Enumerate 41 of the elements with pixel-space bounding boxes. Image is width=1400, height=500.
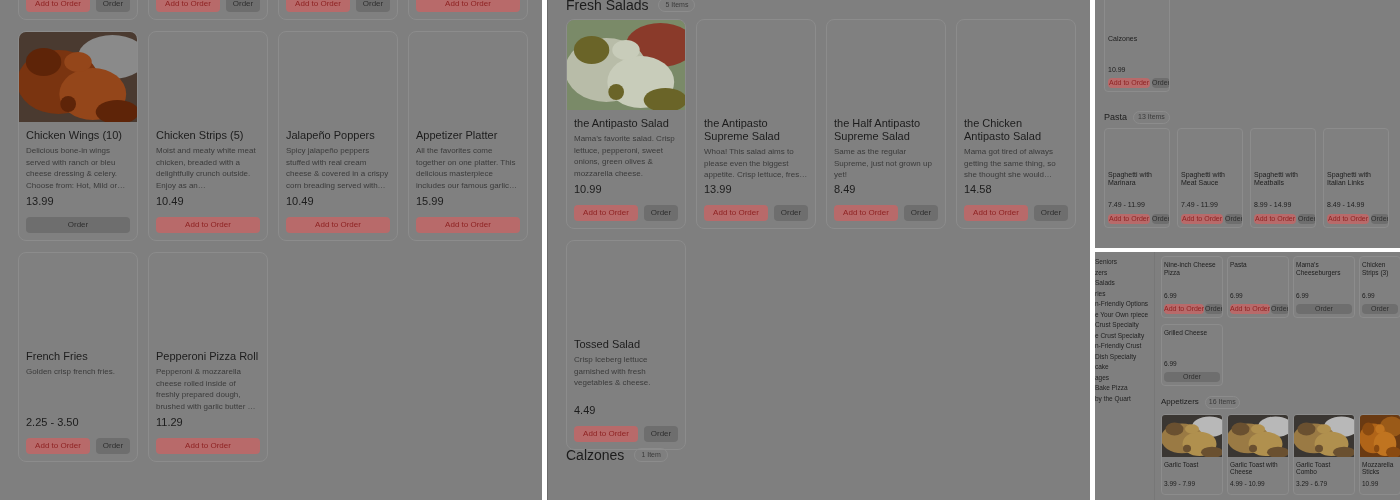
add-to-order-button[interactable]: Add to Order (26, 438, 90, 454)
add-to-order-button[interactable]: Add to Order (156, 438, 260, 454)
item-name: French Fries (26, 350, 89, 363)
section-title: Appetizers (1161, 397, 1199, 408)
item-name: Pepperoni Pizza Roll (156, 350, 260, 363)
item-name: the Antipasto Salad (574, 117, 670, 130)
item-price: 13.99 (704, 181, 733, 197)
item-name: Tossed Salad (574, 338, 642, 351)
item-price: 10.99 (574, 181, 603, 197)
item-price: 15.99 (416, 193, 445, 209)
section-title: Calzones (566, 447, 625, 463)
section-title: Pasta (1104, 111, 1127, 123)
add-to-order-button[interactable]: Add to Order (416, 217, 520, 233)
item-name: Appetizer Platter (416, 129, 499, 142)
section-title: Fresh Salads (566, 0, 649, 13)
add-to-order-button[interactable]: Add to Order (156, 0, 220, 12)
item-name: the Antipasto Supreme Salad (704, 117, 781, 143)
item-price: 10.49 (286, 193, 315, 209)
add-to-order-button[interactable]: Add to Order (704, 205, 768, 221)
add-to-order-button[interactable]: Add to Order (286, 0, 350, 12)
item-price: 10.49 (156, 193, 185, 209)
add-to-order-button[interactable]: Add to Order (964, 205, 1028, 221)
item-name: the Half Antipasto Supreme Salad (834, 117, 922, 143)
add-to-order-button[interactable]: Add to Order (574, 426, 638, 442)
item-price: 13.99 (26, 193, 55, 209)
item-price: 4.49 (574, 402, 597, 418)
item-name: the Chicken Antipasto Salad (964, 117, 1043, 143)
item-name: Chicken Wings (10) (26, 129, 123, 142)
item-description: Golden crisp french fries. (26, 366, 116, 378)
item-name: Chicken Strips (5) (156, 129, 245, 142)
item-price: 14.58 (964, 181, 993, 197)
add-to-order-button[interactable]: Add to Order (156, 217, 260, 233)
add-to-order-button[interactable]: Add to Order (286, 217, 390, 233)
item-price: 2.25 - 3.50 (26, 414, 80, 430)
add-to-order-button[interactable]: Add to Order (416, 0, 520, 12)
add-to-order-button[interactable]: Add to Order (26, 0, 90, 12)
add-to-order-button[interactable]: Add to Order (574, 205, 638, 221)
item-price: 8.49 (834, 181, 857, 197)
item-price: 11.29 (156, 414, 184, 430)
add-to-order-button[interactable]: Add to Order (834, 205, 898, 221)
item-name: Jalapeño Poppers (286, 129, 376, 142)
